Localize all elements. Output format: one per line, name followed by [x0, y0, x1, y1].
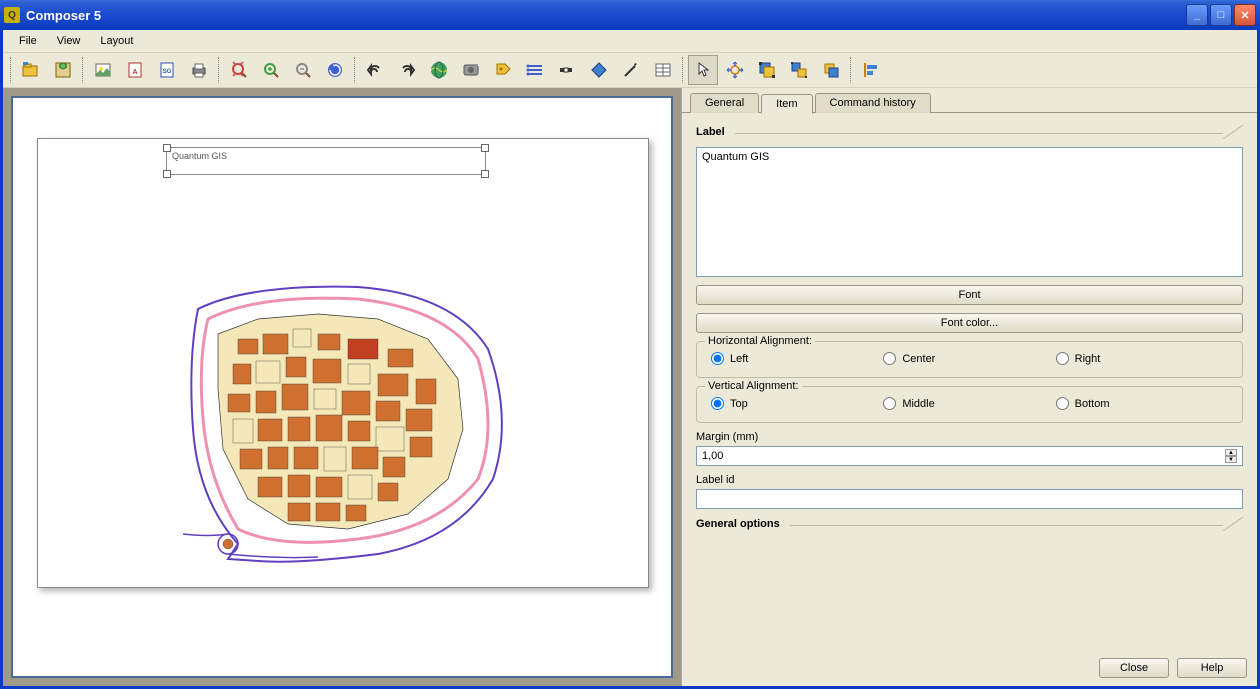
h-align-legend: Horizontal Alignment:	[705, 335, 815, 347]
open-icon[interactable]	[16, 55, 46, 85]
add-label-icon[interactable]	[488, 55, 518, 85]
add-scalebar-icon[interactable]	[552, 55, 582, 85]
resize-handle[interactable]	[163, 170, 171, 178]
label-item[interactable]: Quantum GIS	[166, 147, 486, 175]
export-pdf-icon[interactable]: A	[120, 55, 150, 85]
window-title: Composer 5	[26, 8, 1186, 23]
add-arrow-icon[interactable]	[616, 55, 646, 85]
section-title: Label	[696, 126, 725, 138]
section-general-options[interactable]: General options	[696, 517, 1243, 531]
label-item-text: Quantum GIS	[172, 151, 227, 161]
move-content-icon[interactable]	[720, 55, 750, 85]
resize-handle[interactable]	[163, 144, 171, 152]
vertical-alignment-group: Vertical Alignment: Top Middle Bottom	[696, 386, 1243, 423]
resize-handle[interactable]	[481, 170, 489, 178]
v-align-bottom[interactable]: Bottom	[1056, 397, 1228, 410]
margin-label: Margin (mm)	[696, 431, 1243, 443]
export-svg-icon[interactable]: SG	[152, 55, 182, 85]
canvas-area: Quantum GIS	[3, 88, 681, 686]
print-icon[interactable]	[184, 55, 214, 85]
close-window-button[interactable]: ✕	[1234, 4, 1256, 26]
horizontal-alignment-group: Horizontal Alignment: Left Center Right	[696, 341, 1243, 378]
label-id-label: Label id	[696, 474, 1243, 486]
v-align-legend: Vertical Alignment:	[705, 380, 802, 392]
close-button[interactable]: Close	[1099, 658, 1169, 678]
add-shape-icon[interactable]	[584, 55, 614, 85]
titlebar: Q Composer 5 _ □ ✕	[0, 0, 1260, 30]
menu-file[interactable]: File	[9, 33, 47, 49]
refresh-icon[interactable]	[320, 55, 350, 85]
resize-handle[interactable]	[481, 144, 489, 152]
zoom-full-icon[interactable]	[224, 55, 254, 85]
export-image-icon[interactable]	[88, 55, 118, 85]
label-id-input[interactable]	[696, 489, 1243, 509]
font-button[interactable]: Font	[696, 285, 1243, 305]
h-align-left[interactable]: Left	[711, 352, 883, 365]
add-image-icon[interactable]	[456, 55, 486, 85]
add-map-icon[interactable]	[424, 55, 454, 85]
margin-input[interactable]: 1,00 ▲▼	[696, 446, 1243, 466]
ungroup-icon[interactable]	[784, 55, 814, 85]
composer-page[interactable]: Quantum GIS	[37, 138, 649, 588]
tab-command-history[interactable]: Command history	[815, 93, 931, 113]
help-button[interactable]: Help	[1177, 658, 1247, 678]
align-icon[interactable]	[856, 55, 886, 85]
svg-text:A: A	[132, 69, 137, 76]
raise-icon[interactable]	[816, 55, 846, 85]
add-table-icon[interactable]	[648, 55, 678, 85]
h-align-right[interactable]: Right	[1056, 352, 1228, 365]
minimize-button[interactable]: _	[1186, 4, 1208, 26]
zoom-in-icon[interactable]	[256, 55, 286, 85]
save-icon[interactable]	[48, 55, 78, 85]
menu-layout[interactable]: Layout	[90, 33, 143, 49]
app-icon: Q	[4, 7, 20, 23]
canvas-viewport[interactable]: Quantum GIS	[11, 96, 673, 678]
h-align-center[interactable]: Center	[883, 352, 1055, 365]
label-text-input[interactable]	[696, 147, 1243, 277]
tab-general[interactable]: General	[690, 93, 759, 113]
undo-icon[interactable]	[360, 55, 390, 85]
toolbar: A SG	[3, 52, 1257, 88]
v-align-middle[interactable]: Middle	[883, 397, 1055, 410]
tab-item[interactable]: Item	[761, 94, 812, 114]
menu-view[interactable]: View	[47, 33, 91, 49]
add-legend-icon[interactable]	[520, 55, 550, 85]
spin-up[interactable]: ▲	[1225, 449, 1237, 456]
spin-down[interactable]: ▼	[1225, 456, 1237, 463]
properties-panel: General Item Command history Label Font …	[681, 88, 1257, 686]
menubar: File View Layout	[3, 30, 1257, 52]
select-move-icon[interactable]	[688, 55, 718, 85]
margin-value: 1,00	[702, 450, 1225, 462]
maximize-button[interactable]: □	[1210, 4, 1232, 26]
section-label-header[interactable]: Label	[696, 125, 1243, 139]
redo-icon[interactable]	[392, 55, 422, 85]
map-item[interactable]	[178, 279, 518, 569]
svg-text:SG: SG	[163, 69, 172, 75]
zoom-out-icon[interactable]	[288, 55, 318, 85]
general-options-title: General options	[696, 518, 780, 530]
v-align-top[interactable]: Top	[711, 397, 883, 410]
font-color-button[interactable]: Font color...	[696, 313, 1243, 333]
group-icon[interactable]	[752, 55, 782, 85]
